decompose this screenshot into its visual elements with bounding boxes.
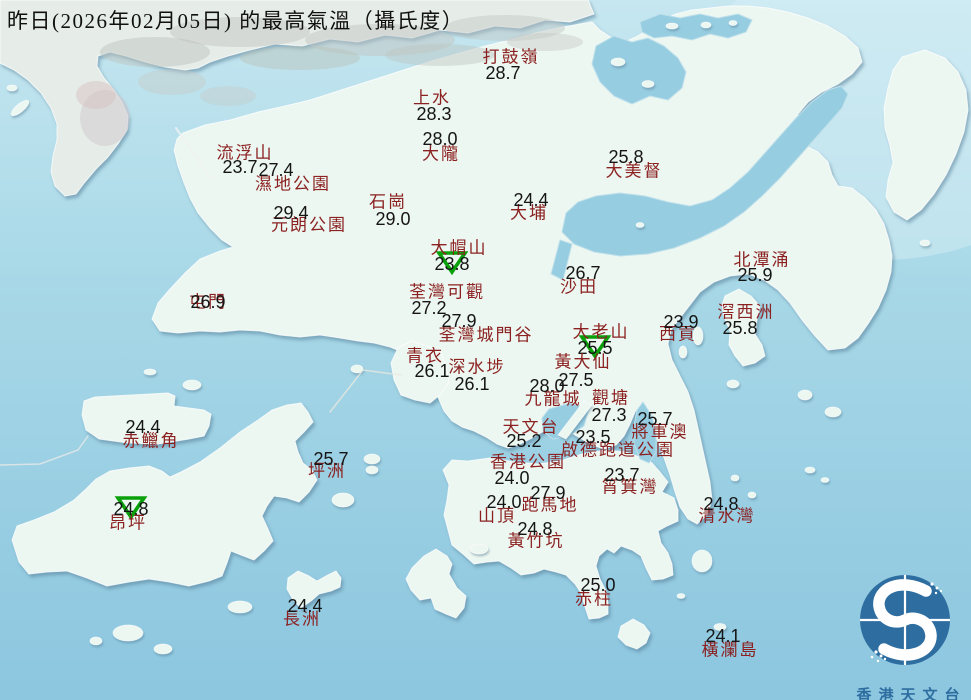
station-value-label: 23.7 (222, 157, 258, 177)
station-value-label: 28.0 (529, 376, 565, 396)
station-value-label: 24.1 (705, 626, 741, 646)
station-value-label: 24.4 (513, 190, 549, 210)
station-value-label: 26.9 (190, 292, 226, 312)
station-value-label: 25.8 (722, 318, 758, 338)
station-value-label: 24.8 (517, 519, 553, 539)
station-value-label: 26.7 (565, 263, 601, 283)
hko-temperature-map-page: 昨日(2026年02月05日) 的最高氣溫（攝氏度） 打鼓嶺 28.7 上水 28.3… (0, 0, 971, 700)
station-value-label: 24.4 (287, 596, 323, 616)
station-value-label: 28.3 (416, 104, 452, 124)
station-value-label: 25.2 (506, 431, 542, 451)
hko-logo-mark (860, 575, 950, 665)
station-name-label: 觀塘 (592, 388, 630, 408)
station-value-label: 27.4 (258, 160, 294, 180)
station-value-label: 25.0 (580, 575, 616, 595)
crooked-harbour (639, 13, 753, 41)
station-name-label: 石崗 (369, 192, 407, 212)
station-value-label: 26.1 (414, 361, 450, 381)
station-value-label: 27.9 (530, 483, 566, 503)
station-value-label: 25.8 (608, 147, 644, 167)
station-value-label: 23.9 (663, 312, 699, 332)
station-value-label: 24.0 (486, 492, 522, 512)
station-value-label: 28.0 (422, 129, 458, 149)
station-value-label: 23.7 (604, 465, 640, 485)
station-value-label: 28.7 (485, 63, 521, 83)
station-value-label: 24.8 (703, 494, 739, 514)
station-value-label: 27.3 (591, 405, 627, 425)
station-value-label: 23.8 (434, 254, 470, 274)
station-value-label: 25.7 (313, 449, 349, 469)
station-value-label: 29.4 (273, 203, 309, 223)
hko-logo-name-zh: 香港天文台 (856, 688, 967, 700)
station-value-label: 24.0 (494, 468, 530, 488)
station-value-label: 24.4 (125, 417, 161, 437)
page-title: 昨日(2026年02月05日) 的最高氣溫（攝氏度） (7, 9, 465, 33)
station-name-label: 黃大仙 (554, 352, 612, 372)
station-value-label: 23.5 (575, 427, 611, 447)
station-value-label: 25.7 (637, 409, 673, 429)
hko-logo: 香港天文台 HONG KONG OBSERVATORY (820, 565, 971, 700)
station-value-label: 29.0 (375, 209, 411, 229)
station-name-label: 深水埗 (448, 357, 506, 377)
station-value-label: 24.8 (113, 499, 149, 519)
station-value-label: 26.1 (454, 374, 490, 394)
station-value-label: 25.9 (737, 265, 773, 285)
station-value-label: 27.9 (441, 311, 477, 331)
